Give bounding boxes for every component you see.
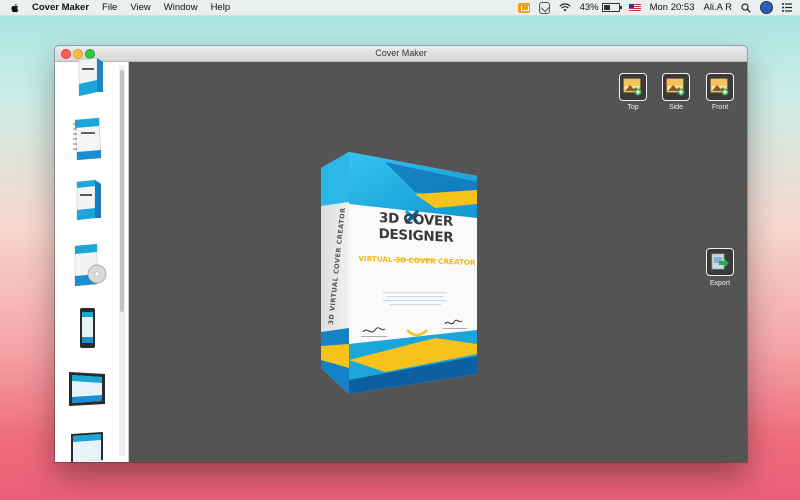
siri-icon[interactable] <box>760 1 773 14</box>
export-button[interactable] <box>706 248 734 276</box>
phone-template-thumbnail[interactable] <box>65 306 109 352</box>
window-title: Cover Maker <box>375 48 427 58</box>
image-add-icon <box>710 78 729 96</box>
shield-tray-icon[interactable] <box>538 1 550 14</box>
cover-title: 3D COVER DESIGNER <box>378 210 454 246</box>
help-menu[interactable]: Help <box>211 2 231 13</box>
export-label: Export <box>709 280 731 287</box>
app-menu[interactable]: Cover Maker <box>32 2 89 13</box>
monitor-template-thumbnail[interactable] <box>65 430 109 462</box>
window-menu[interactable]: Window <box>164 2 198 13</box>
front-label: Front <box>711 104 729 111</box>
top-image-button[interactable] <box>619 73 647 101</box>
export-icon <box>711 253 729 270</box>
file-menu[interactable]: File <box>102 2 117 13</box>
notification-center-icon[interactable] <box>782 3 792 12</box>
preview-canvas[interactable]: Top Side Front Export 3D COVER DESIGNER … <box>129 62 747 462</box>
app-window: Cover Maker Top Side Front Export 3D COV… <box>55 46 747 462</box>
us-flag-icon[interactable] <box>628 3 641 12</box>
view-menu[interactable]: View <box>130 2 150 13</box>
front-image-button[interactable] <box>706 73 734 101</box>
spotlight-search-icon[interactable] <box>741 2 751 13</box>
template-sidebar <box>55 57 129 462</box>
dvd-case-template-thumbnail[interactable] <box>65 242 109 290</box>
top-label: Top <box>627 104 639 111</box>
spiral-book-template-thumbnail[interactable] <box>65 114 109 164</box>
image-add-icon <box>623 78 642 96</box>
tablet-landscape-template-thumbnail[interactable] <box>65 366 109 412</box>
image-add-icon <box>666 78 685 96</box>
user-name[interactable]: Ali.A R <box>703 2 732 13</box>
apple-icon[interactable] <box>10 3 19 13</box>
wifi-icon[interactable] <box>558 3 571 12</box>
side-image-button[interactable] <box>662 73 690 101</box>
sidebar-scrollbar-thumb[interactable] <box>120 70 124 312</box>
box-template-thumbnail[interactable] <box>65 56 109 100</box>
title-bar[interactable]: Cover Maker <box>55 46 747 62</box>
box-template-2-thumbnail[interactable] <box>65 178 109 224</box>
battery-icon[interactable] <box>601 3 622 12</box>
menu-bar: Cover Maker File View Window Help 43% Mo… <box>0 0 800 16</box>
clock[interactable]: Mon 20:53 <box>650 2 695 13</box>
battery-percent: 43% <box>579 2 599 13</box>
image-tool-tray-icon[interactable] <box>517 2 530 13</box>
side-label: Side <box>668 104 683 111</box>
